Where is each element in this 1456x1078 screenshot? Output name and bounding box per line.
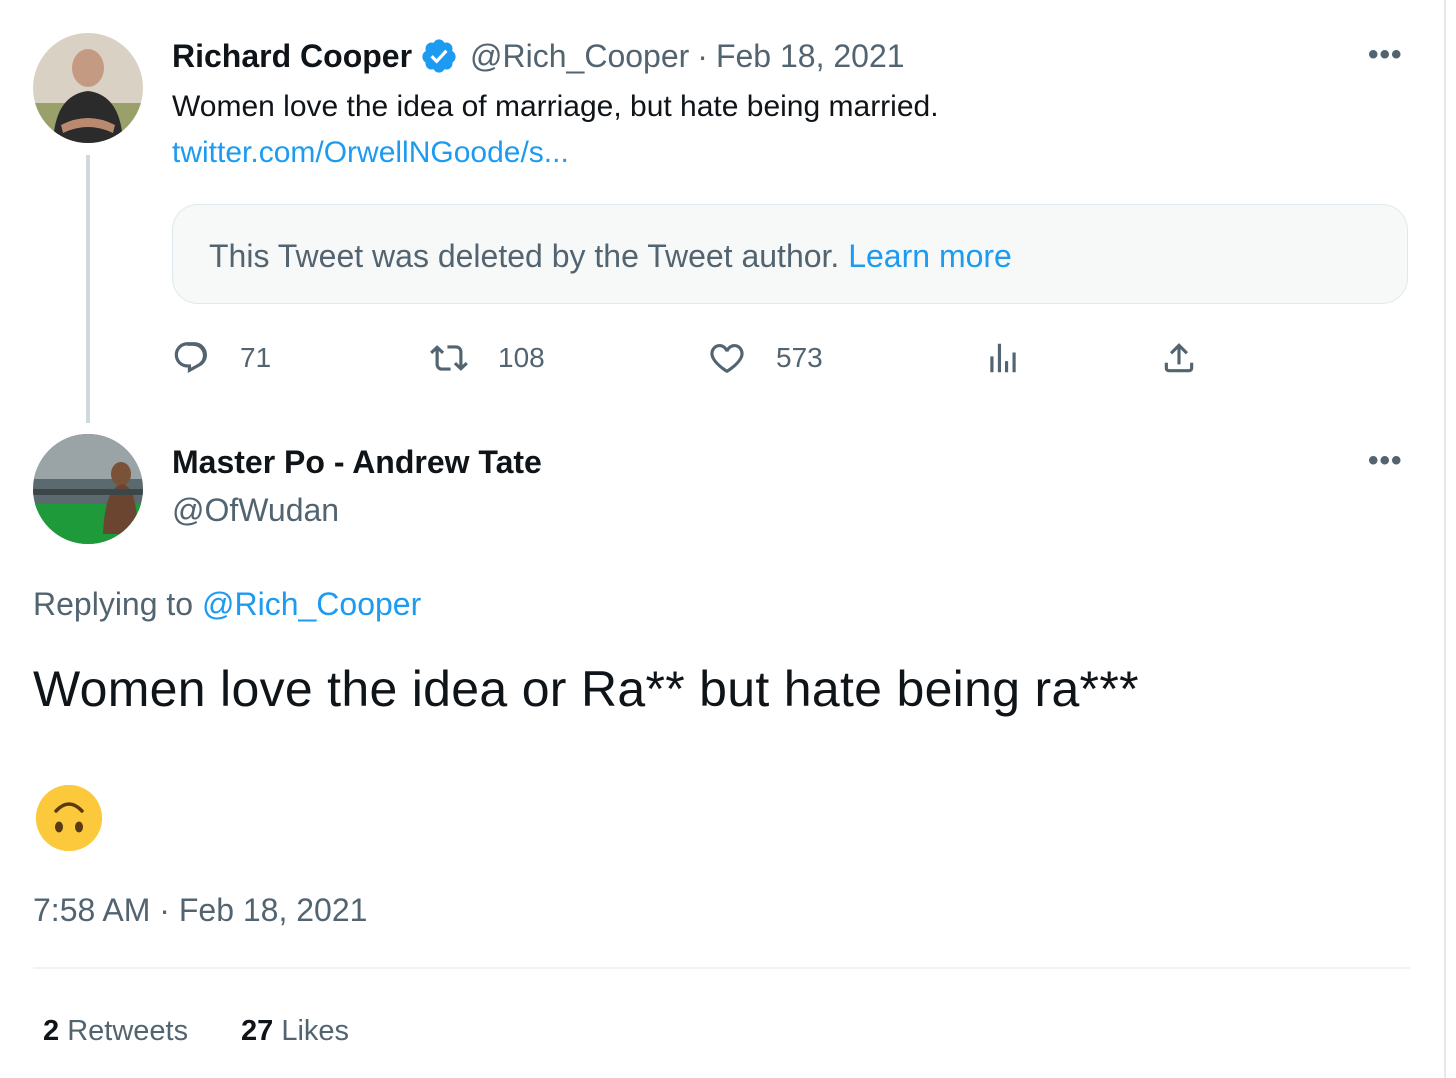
reply-timestamp[interactable]: 7:58 AM · Feb 18, 2021 (33, 892, 367, 929)
likes-stat[interactable]: 27 Likes (241, 1015, 349, 1048)
likes-count: 27 (241, 1015, 274, 1047)
more-options-icon[interactable]: ••• (1368, 38, 1403, 72)
thread-line (86, 155, 90, 423)
share-action[interactable] (1160, 338, 1198, 378)
retweet-count: 108 (498, 342, 545, 373)
analytics-icon (990, 343, 1016, 373)
tweet-text: Women love the idea of marriage, but hat… (172, 90, 939, 123)
reply-action[interactable]: 71 (172, 338, 271, 378)
deleted-tweet-notice: This Tweet was deleted by the Tweet auth… (172, 204, 1408, 304)
reply-text: Women love the idea or Ra** but hate bei… (33, 661, 1139, 717)
reply-count: 71 (240, 342, 272, 373)
tweet-header: Richard Cooper @Rich_Cooper · Feb 18, 20… (172, 37, 905, 75)
reply-icon (174, 342, 208, 373)
reply-more-options-icon[interactable]: ••• (1368, 444, 1403, 478)
retweets-count: 2 (43, 1015, 60, 1047)
quoted-link[interactable]: twitter.com/OrwellNGoode/s... (172, 136, 569, 170)
reply-author-handle[interactable]: @OfWudan (172, 492, 339, 529)
divider (33, 967, 1410, 969)
deleted-notice-text: This Tweet was deleted by the Tweet auth… (209, 238, 840, 274)
reply-author-name[interactable]: Master Po - Andrew Tate (172, 444, 542, 481)
share-icon (1164, 343, 1194, 373)
replying-to-handle[interactable]: @Rich_Cooper (202, 586, 421, 622)
likes-label: Likes (281, 1015, 350, 1047)
author-name[interactable]: Richard Cooper (172, 38, 412, 75)
avatar-andrew-tate[interactable] (33, 434, 143, 544)
retweet-icon (430, 345, 468, 371)
author-handle[interactable]: @Rich_Cooper (470, 38, 689, 75)
scroll-edge (1444, 0, 1446, 1078)
replying-to-label: Replying to (33, 586, 194, 622)
verified-badge-icon (420, 37, 458, 75)
tweet-date[interactable]: Feb 18, 2021 (716, 38, 905, 75)
retweets-label: Retweets (67, 1015, 189, 1047)
retweets-stat[interactable]: 2 Retweets (43, 1015, 188, 1048)
analytics-action[interactable] (984, 338, 1022, 378)
heart-icon (710, 343, 744, 373)
like-action[interactable]: 573 (708, 338, 823, 378)
avatar-richard-cooper[interactable] (33, 33, 143, 143)
replying-to: Replying to @Rich_Cooper (33, 586, 421, 623)
header-separator: · (697, 37, 708, 74)
retweet-action[interactable]: 108 (430, 338, 545, 378)
like-count: 573 (776, 342, 823, 373)
learn-more-link[interactable]: Learn more (848, 238, 1012, 274)
upside-down-face-icon (36, 785, 102, 851)
